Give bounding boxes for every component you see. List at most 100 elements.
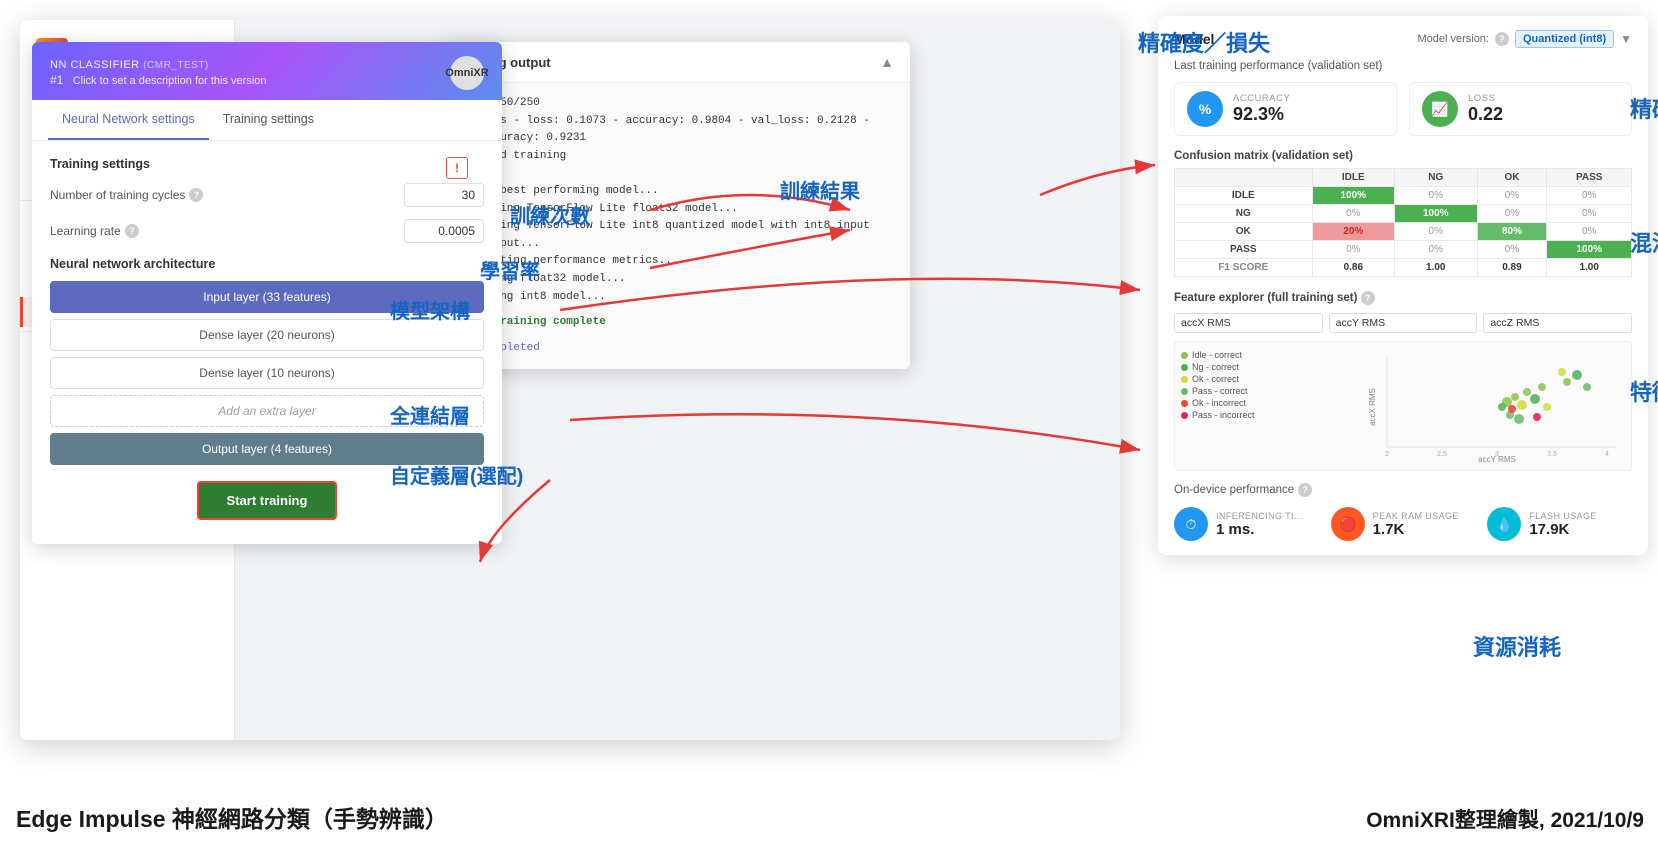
info-button[interactable]: ! bbox=[446, 157, 468, 179]
feature-dropdowns: accX RMS accY RMS accZ RMS bbox=[1174, 313, 1632, 333]
layer-add[interactable]: Add an extra layer bbox=[50, 395, 484, 427]
start-training-button[interactable]: Start training bbox=[197, 481, 337, 520]
perf-help[interactable]: ? bbox=[1298, 483, 1312, 497]
training-line-8: Calculating performance metrics... bbox=[454, 253, 896, 271]
cycles-help[interactable]: ? bbox=[189, 188, 203, 202]
arch-title: Neural network architecture bbox=[50, 257, 484, 271]
perf-title: On-device performance ? bbox=[1174, 483, 1632, 497]
infer-icon: ⏱ bbox=[1174, 507, 1208, 541]
training-line-1: Epoch 250/250 bbox=[454, 95, 896, 113]
version-help[interactable]: ? bbox=[1495, 32, 1509, 46]
lr-help[interactable]: ? bbox=[125, 224, 139, 238]
legend-ok-wrong: Ok - incorrect bbox=[1181, 398, 1255, 408]
flash-label: FLASH USAGE bbox=[1529, 511, 1596, 521]
badge-dropdown[interactable]: ▼ bbox=[1620, 32, 1632, 46]
cm-header-ok: OK bbox=[1477, 169, 1547, 187]
feature-title: Feature explorer (full training set) ? bbox=[1174, 291, 1632, 305]
lr-label: Learning rate ? bbox=[50, 224, 139, 238]
model-results-panel: Model Model version: ? Quantized (int8) … bbox=[1158, 16, 1648, 555]
nn-tabs: Neural Network settings Training setting… bbox=[32, 100, 502, 141]
training-settings-title: Training settings bbox=[50, 157, 484, 171]
last-training-label: Last training performance (validation se… bbox=[1174, 60, 1632, 72]
tab-training-settings[interactable]: Training settings bbox=[209, 100, 328, 140]
training-line-3: Finished training bbox=[454, 148, 896, 166]
perf-card-ram: 🔴 PEAK RAM USAGE 1.7K bbox=[1331, 507, 1476, 541]
loss-value: 0.22 bbox=[1468, 104, 1503, 125]
confusion-matrix: IDLE NG OK PASS IDLE 100% 0% 0% 0% NG 0% bbox=[1174, 168, 1632, 277]
infer-label: INFERENCING TI... bbox=[1216, 511, 1303, 521]
model-title: Model bbox=[1174, 31, 1214, 47]
cm-header-ng: NG bbox=[1395, 169, 1477, 187]
ram-icon: 🔴 bbox=[1331, 507, 1365, 541]
svg-text:3.5: 3.5 bbox=[1547, 451, 1557, 458]
cycles-row: Number of training cycles ? bbox=[50, 183, 484, 207]
accuracy-value: 92.3% bbox=[1233, 104, 1290, 125]
table-row: NG 0% 100% 0% 0% bbox=[1175, 205, 1632, 223]
svg-text:3: 3 bbox=[1495, 451, 1499, 458]
model-version-row: Model version: ? Quantized (int8) ▼ bbox=[1417, 30, 1632, 48]
feature-select-z[interactable]: accZ RMS bbox=[1483, 313, 1632, 333]
ram-value: 1.7K bbox=[1373, 521, 1459, 538]
svg-text:accX RMS: accX RMS bbox=[1368, 388, 1377, 426]
training-line-7: Converting TensorFlow Lite int8 quantize… bbox=[454, 218, 896, 253]
training-chevron[interactable]: ▲ bbox=[880, 54, 894, 70]
ram-label: PEAK RAM USAGE bbox=[1373, 511, 1459, 521]
version-label: Model version: bbox=[1417, 33, 1489, 45]
nn-classifier-panel: NN CLASSIFIER (CMR_TEST) #1 Click to set… bbox=[32, 42, 502, 544]
feature-help[interactable]: ? bbox=[1361, 291, 1375, 305]
accuracy-label: ACCURACY bbox=[1233, 93, 1290, 104]
quantized-badge[interactable]: Quantized (int8) bbox=[1515, 30, 1614, 48]
model-header-row: Model Model version: ? Quantized (int8) … bbox=[1174, 30, 1632, 48]
lr-input[interactable] bbox=[404, 219, 484, 243]
table-row: PASS 0% 0% 0% 100% bbox=[1175, 241, 1632, 259]
cm-header-pass: PASS bbox=[1547, 169, 1632, 187]
nn-body: Training settings ! Number of training c… bbox=[32, 141, 502, 544]
screenshot-frame: EDGE IMPULSE ⊞ Dashboard 🖥 Devices ▦ Dat… bbox=[20, 20, 1120, 740]
training-line-2: 2/2 - 0s - loss: 0.1073 - accuracy: 0.98… bbox=[454, 113, 896, 148]
training-line-9: Profiling float32 model... bbox=[454, 271, 896, 289]
training-line-10: Profiling int8 model... bbox=[454, 289, 896, 307]
perf-card-flash: 💧 FLASH USAGE 17.9K bbox=[1487, 507, 1632, 541]
cm-header-blank bbox=[1175, 169, 1313, 187]
legend-ng: Ng - correct bbox=[1181, 362, 1255, 372]
cm-header-idle: IDLE bbox=[1312, 169, 1394, 187]
accuracy-card: % ACCURACY 92.3% bbox=[1174, 82, 1397, 136]
chart-legend: Idle - correct Ng - correct Ok - correct… bbox=[1181, 350, 1255, 420]
legend-pass-wrong: Pass - incorrect bbox=[1181, 410, 1255, 420]
legend-idle: Idle - correct bbox=[1181, 350, 1255, 360]
cycles-label: Number of training cycles ? bbox=[50, 188, 203, 202]
bottom-left: Edge Impulse 神經網路分類（手勢辨識） bbox=[16, 800, 448, 834]
nn-header: NN CLASSIFIER (CMR_TEST) #1 Click to set… bbox=[32, 42, 502, 100]
legend-pass: Pass - correct bbox=[1181, 386, 1255, 396]
accuracy-icon: % bbox=[1187, 91, 1223, 127]
training-line-6: Converting TensorFlow Lite float32 model… bbox=[454, 201, 896, 219]
performance-section: On-device performance ? ⏱ INFERENCING TI… bbox=[1174, 483, 1632, 541]
nn-title-small: NN CLASSIFIER (CMR_TEST) bbox=[50, 59, 267, 71]
job-completed: Job completed bbox=[454, 340, 896, 358]
feature-select-x[interactable]: accX RMS bbox=[1174, 313, 1323, 333]
table-row: F1 SCORE 0.86 1.00 0.89 1.00 bbox=[1175, 259, 1632, 277]
nn-version[interactable]: #1 Click to set a description for this v… bbox=[50, 73, 267, 87]
table-row: OK 20% 0% 80% 0% bbox=[1175, 223, 1632, 241]
feature-chart: Idle - correct Ng - correct Ok - correct… bbox=[1174, 341, 1632, 471]
cycles-input[interactable] bbox=[404, 183, 484, 207]
accuracy-loss-row: % ACCURACY 92.3% 📈 LOSS 0.22 bbox=[1174, 82, 1632, 136]
layer-dense-1[interactable]: Dense layer (20 neurons) bbox=[50, 319, 484, 351]
svg-text:2: 2 bbox=[1385, 451, 1389, 458]
flash-value: 17.9K bbox=[1529, 521, 1596, 538]
flash-icon: 💧 bbox=[1487, 507, 1521, 541]
layer-input[interactable]: Input layer (33 features) bbox=[50, 281, 484, 313]
lr-row: Learning rate ? bbox=[50, 219, 484, 243]
table-row: IDLE 100% 0% 0% 0% bbox=[1175, 187, 1632, 205]
perf-card-infer: ⏱ INFERENCING TI... 1 ms. bbox=[1174, 507, 1319, 541]
scatter-plot: accY RMS accX RMS bbox=[1367, 347, 1627, 467]
feature-select-y[interactable]: accY RMS bbox=[1329, 313, 1478, 333]
training-header: Training output ▲ bbox=[440, 42, 910, 83]
legend-ok: Ok - correct bbox=[1181, 374, 1255, 384]
layer-dense-2[interactable]: Dense layer (10 neurons) bbox=[50, 357, 484, 389]
layer-output[interactable]: Output layer (4 features) bbox=[50, 433, 484, 465]
tab-nn-settings[interactable]: Neural Network settings bbox=[48, 100, 209, 140]
training-body: Epoch 250/250 2/2 - 0s - loss: 0.1073 - … bbox=[440, 83, 910, 369]
training-panel: Training output ▲ Epoch 250/250 2/2 - 0s… bbox=[440, 42, 910, 369]
bottom-right: OmniXRI整理繪製, 2021/10/9 bbox=[1366, 804, 1644, 834]
